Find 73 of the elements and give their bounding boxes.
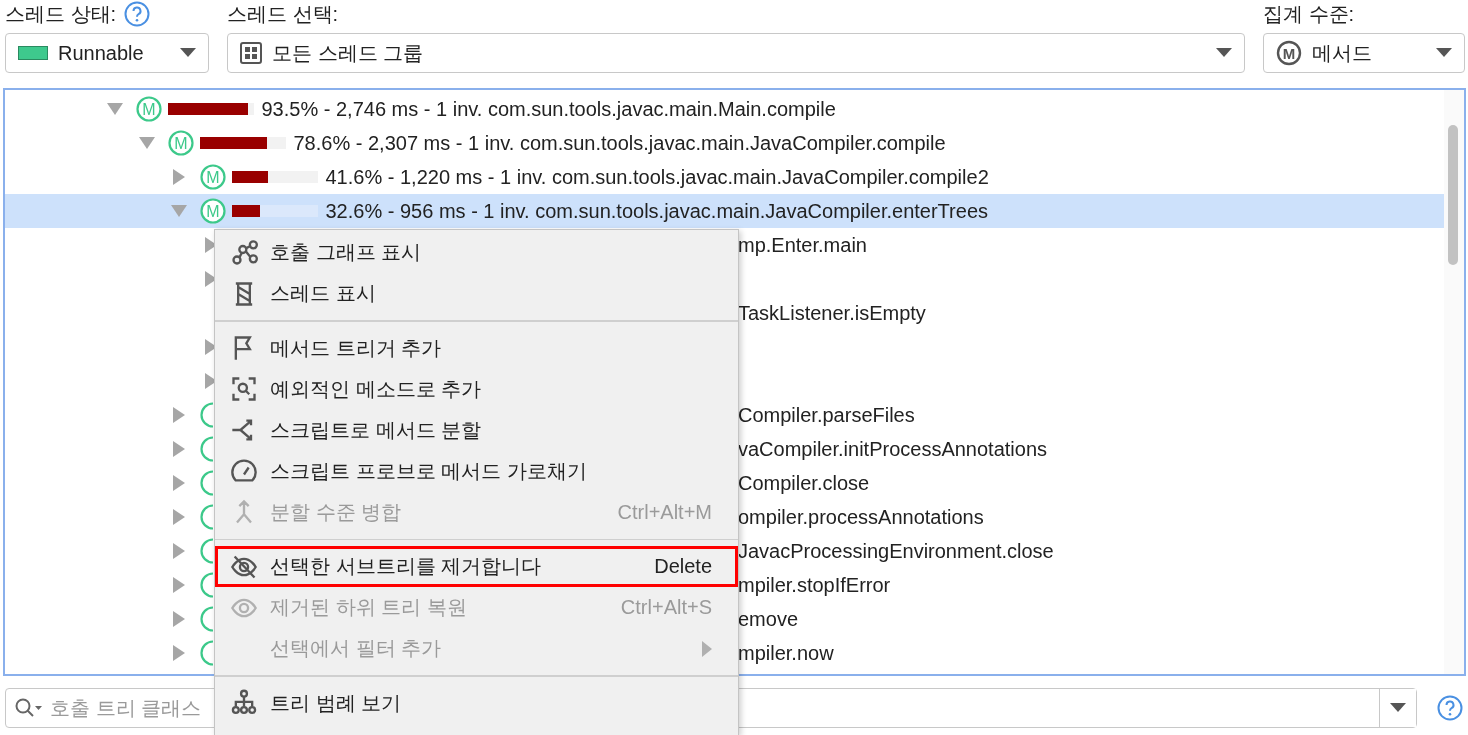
- tree-node-text: TaskListener.isEmpty: [738, 301, 926, 325]
- dropdown-arrow-icon: [1436, 48, 1452, 58]
- method-icon: M: [136, 96, 162, 122]
- scrollbar-thumb[interactable]: [1448, 125, 1458, 265]
- collapsed-arrow-icon[interactable]: [173, 509, 185, 525]
- collapsed-arrow-icon[interactable]: [173, 169, 185, 185]
- tree-node-text: Compiler.parseFiles: [738, 403, 915, 427]
- tree-node-text: 41.6% - 1,220 ms - 1 inv. com.sun.tools.javac.main.JavaCompiler.compile2: [325, 165, 989, 189]
- field-label: 스레드 선택:: [227, 1, 339, 27]
- collapsed-arrow-icon[interactable]: [173, 611, 185, 627]
- collapsed-arrow-icon[interactable]: [205, 237, 217, 253]
- method-icon: [200, 538, 213, 564]
- method-icon: M: [168, 130, 194, 156]
- help-icon[interactable]: [124, 1, 151, 27]
- history-dropdown-button[interactable]: [1379, 689, 1416, 727]
- method-icon: [200, 470, 213, 496]
- tree-node-text: 93.5% - 2,746 ms - 1 inv. com.sun.tools.javac.main.Main.compile: [261, 97, 836, 121]
- collapsed-arrow-icon[interactable]: [205, 271, 217, 287]
- collapsed-arrow-icon[interactable]: [173, 475, 185, 491]
- tree-node-text: mp.Enter.main: [738, 233, 867, 257]
- tree-node-text: vaCompiler.initProcessAnnotations: [738, 437, 1048, 461]
- expanded-arrow-icon[interactable]: [139, 137, 155, 149]
- thread-state-dropdown[interactable]: Runnable: [5, 33, 209, 73]
- collapsed-arrow-icon[interactable]: [205, 339, 217, 355]
- menu-item[interactable]: 호출 그래프 표시: [215, 232, 738, 273]
- dropdown-arrow-icon: [180, 48, 196, 58]
- scan-search-icon: [230, 375, 258, 403]
- method-icon: M: [200, 198, 226, 224]
- method-icon: [200, 640, 213, 666]
- graph-icon: [230, 238, 258, 267]
- collapsed-arrow-icon[interactable]: [205, 373, 217, 389]
- method-icon: [200, 606, 213, 632]
- aggregation-dropdown[interactable]: M 메서드: [1263, 33, 1465, 73]
- collapsed-arrow-icon[interactable]: [173, 543, 185, 559]
- field-label: 스레드 상태:: [5, 1, 117, 27]
- method-icon: [200, 572, 213, 598]
- menu-item[interactable]: 메서드 트리거 추가: [215, 327, 738, 369]
- state-swatch-icon: [18, 46, 48, 60]
- gauge-icon: [230, 457, 258, 485]
- dropdown-arrow-icon: [1390, 703, 1406, 713]
- help-icon[interactable]: [1437, 695, 1463, 721]
- method-icon: [200, 504, 213, 530]
- thread-selection-dropdown[interactable]: 모든 스레드 그룹: [227, 33, 1245, 73]
- menu-item[interactable]: 스크립트로 메서드 분할: [215, 409, 738, 451]
- collapsed-arrow-icon[interactable]: [173, 441, 185, 457]
- method-icon: [200, 436, 213, 462]
- collapsed-arrow-icon[interactable]: [173, 577, 185, 593]
- collapsed-arrow-icon[interactable]: [173, 407, 185, 423]
- tree-row[interactable]: M 32.6% - 956 ms - 1 inv. com.sun.tools.javac.main.JavaCompiler.enterTrees: [5, 194, 1444, 228]
- expanded-arrow-icon[interactable]: [171, 205, 187, 217]
- tree-node-text: 78.6% - 2,307 ms - 1 inv. com.sun.tools.javac.main.JavaCompiler.compile: [293, 131, 946, 155]
- menu-item[interactable]: 트리 범례 보기: [215, 682, 738, 724]
- method-icon: M: [200, 164, 226, 190]
- menu-item[interactable]: 스크립트 프로브로 메서드 가로채기: [215, 450, 738, 492]
- tree-node-text: Compiler.close: [738, 471, 870, 495]
- tree-node-text: JavacProcessingEnvironment.close: [738, 539, 1054, 563]
- tree-node-text: emove: [738, 607, 799, 631]
- grid-icon: [240, 42, 262, 64]
- menu-item[interactable]: 스레드 표시: [215, 273, 738, 314]
- dropdown-arrow-icon: [1216, 48, 1232, 58]
- tree-icon: [230, 689, 258, 717]
- menu-item[interactable]: 선택한 서브트리를 제거합니다 Delete: [215, 546, 738, 587]
- method-icon: M: [1276, 40, 1302, 66]
- search-icon: [14, 697, 44, 719]
- tree-node-text: ompiler.processAnnotations: [738, 505, 984, 529]
- method-icon: [200, 402, 213, 428]
- tree-node-text: 32.6% - 956 ms - 1 inv. com.sun.tools.javac.main.JavaCompiler.enterTrees: [325, 199, 988, 223]
- tree-node-text: mpiler.now: [738, 641, 834, 665]
- field-label: 집계 수준:: [1263, 1, 1355, 27]
- expanded-arrow-icon[interactable]: [107, 103, 123, 115]
- menu-item[interactable]: 예외적인 메소드로 추가: [215, 368, 738, 410]
- tree-node-text: mpiler.stopIfError: [738, 573, 891, 597]
- collapsed-arrow-icon[interactable]: [173, 645, 185, 661]
